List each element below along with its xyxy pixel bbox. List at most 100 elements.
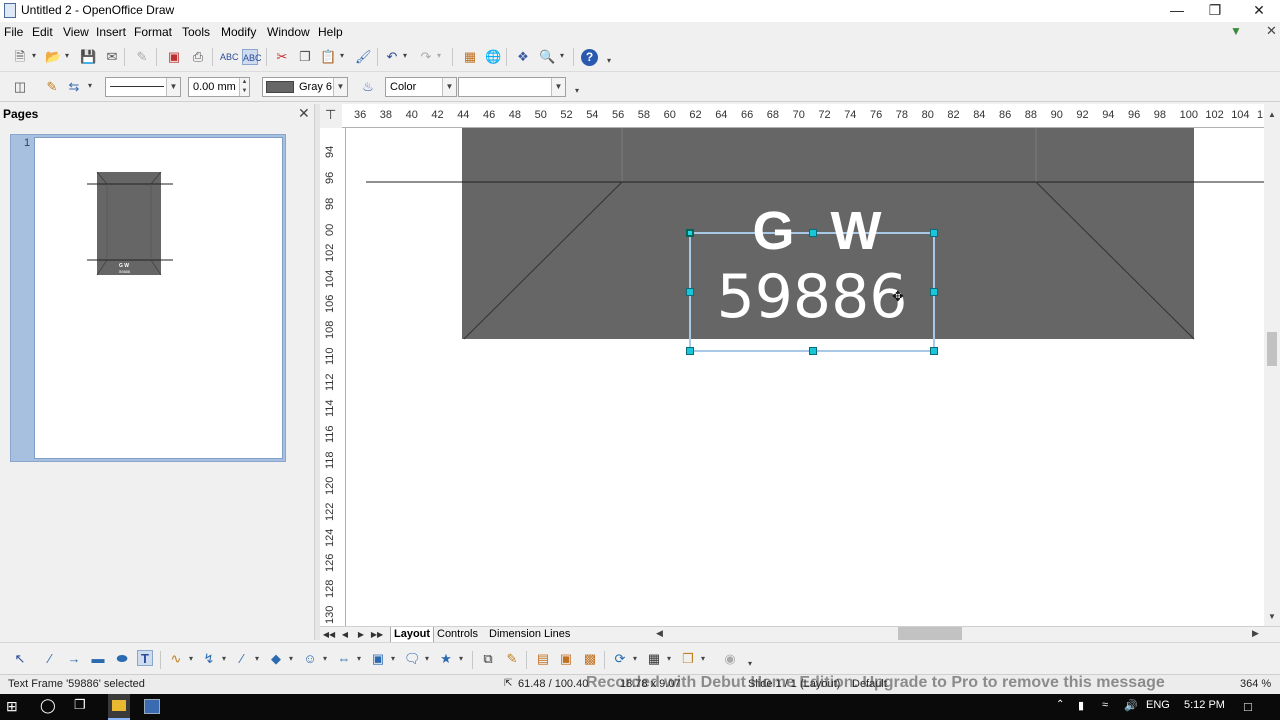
selection-handle-top-left[interactable] (686, 229, 694, 237)
block-arrows-dropdown-icon[interactable]: ▾ (357, 654, 361, 663)
lines-arrows-icon[interactable]: ∕ (234, 651, 250, 667)
arrow-line-icon[interactable]: → (66, 651, 82, 667)
close-icon[interactable]: ✕ (298, 105, 310, 122)
area-fill-select[interactable]: ▼ (458, 77, 566, 97)
menu-file[interactable]: File (4, 25, 23, 39)
tab-controls[interactable]: Controls (434, 627, 481, 643)
selection-handle-right[interactable] (930, 288, 938, 296)
vertical-scrollbar[interactable]: ▲ ▼ (1264, 104, 1280, 626)
tab-dimension-lines[interactable]: Dimension Lines (486, 627, 573, 643)
undo-icon[interactable]: ↶ (384, 49, 400, 65)
chevron-down-icon[interactable]: ▼ (442, 78, 456, 96)
selection-handle-bottom-right[interactable] (930, 347, 938, 355)
menu-format[interactable]: Format (134, 25, 172, 39)
wifi-icon[interactable]: ≈ (1102, 699, 1108, 711)
search-icon[interactable]: ◯ (40, 697, 56, 714)
menu-view[interactable]: View (63, 25, 89, 39)
paste-icon[interactable]: 📋 (320, 49, 336, 65)
zoom-dropdown-icon[interactable]: ▾ (560, 51, 564, 60)
notifications-icon[interactable]: □ (1244, 699, 1252, 714)
toolbar-options-icon[interactable]: ▾ (748, 659, 752, 668)
arrange-dropdown-icon[interactable]: ▾ (701, 654, 705, 663)
zoom-level[interactable]: 364 % (1240, 678, 1271, 690)
line-icon[interactable]: ✎ (44, 79, 60, 95)
save-icon[interactable]: 💾 (80, 49, 96, 65)
copy-icon[interactable]: ❐ (297, 49, 313, 65)
menu-help[interactable]: Help (318, 25, 343, 39)
next-tab-icon[interactable]: ▶ (354, 628, 368, 641)
open-icon[interactable]: 📂 (45, 49, 61, 65)
flowchart-dropdown-icon[interactable]: ▾ (391, 654, 395, 663)
glue-points-icon[interactable]: ✎ (504, 651, 520, 667)
menu-modify[interactable]: Modify (221, 25, 256, 39)
area-color-select[interactable]: Gray 6 ▼ (262, 77, 348, 97)
email-icon[interactable]: ✉ (104, 49, 120, 65)
line-style-select[interactable]: ▼ (105, 77, 181, 97)
hyperlink-icon[interactable]: 🌐 (485, 49, 501, 65)
paste-dropdown-icon[interactable]: ▾ (340, 51, 344, 60)
arrow-style-icon[interactable]: ⇆ (66, 79, 82, 95)
auto-spellcheck-icon[interactable]: ABC (242, 49, 262, 65)
chevron-down-icon[interactable]: ▼ (166, 78, 180, 96)
text-frame-59886[interactable]: 59886 (712, 262, 912, 332)
flowchart-icon[interactable]: ▣ (370, 651, 386, 667)
horizontal-ruler[interactable]: 36 38 40 42 44 46 48 50 52 54 56 58 60 62 64 66 68 70 72 74… (342, 104, 1264, 128)
points-icon[interactable]: ⧉ (480, 651, 496, 667)
navigator-icon[interactable]: ❖ (515, 49, 531, 65)
help-icon[interactable]: ? (581, 49, 598, 66)
basic-shapes-icon[interactable]: ◆ (268, 651, 284, 667)
vertical-ruler[interactable]: 94 96 98 00 102 104 106 108 110 112 114 116 118 120 12… (320, 128, 346, 626)
fontwork-icon[interactable]: ▤ (535, 651, 551, 667)
chevron-down-icon[interactable]: ▼ (333, 78, 347, 96)
tab-layout[interactable]: Layout (390, 627, 435, 643)
connector-dropdown-icon[interactable]: ▾ (222, 654, 226, 663)
file-explorer-taskbar-icon[interactable] (108, 694, 130, 720)
block-arrows-icon[interactable]: ⇔ (336, 651, 352, 667)
align-icon[interactable]: ▦ (646, 651, 662, 667)
restore-icon[interactable]: ❐ (1192, 0, 1238, 22)
task-view-icon[interactable]: ❐ (74, 697, 86, 713)
redo-dropdown-icon[interactable]: ▾ (437, 51, 441, 60)
spellcheck-icon[interactable]: ABC (220, 49, 239, 65)
new-dropdown-icon[interactable]: ▾ (32, 51, 36, 60)
horizontal-scroll-thumb[interactable] (898, 627, 962, 640)
curve-icon[interactable]: ∿ (168, 651, 184, 667)
selection-handle-bottom-left[interactable] (686, 347, 694, 355)
close-document-icon[interactable]: ✕ (1266, 23, 1277, 39)
symbol-shapes-dropdown-icon[interactable]: ▾ (323, 654, 327, 663)
gallery-icon[interactable]: ▩ (582, 651, 598, 667)
close-icon[interactable]: ✕ (1236, 0, 1280, 22)
selection-handle-top[interactable] (809, 229, 817, 237)
extrusion-icon[interactable]: ◉ (722, 651, 738, 667)
curve-dropdown-icon[interactable]: ▾ (189, 654, 193, 663)
scroll-right-icon[interactable]: ▶ (1252, 628, 1259, 639)
rotate-dropdown-icon[interactable]: ▾ (633, 654, 637, 663)
redo-icon[interactable]: ↷ (418, 49, 434, 65)
lines-dropdown-icon[interactable]: ▾ (255, 654, 259, 663)
symbol-shapes-icon[interactable]: ☺ (302, 651, 318, 667)
area-icon[interactable]: ♨ (360, 79, 376, 95)
from-file-icon[interactable]: ▣ (558, 651, 574, 667)
print-icon[interactable]: ⎙ (190, 49, 206, 65)
line-tool-icon[interactable]: ∕ (42, 651, 58, 667)
stars-dropdown-icon[interactable]: ▾ (459, 654, 463, 663)
drawing-canvas[interactable]: G W 59886 ✥ (346, 128, 1264, 626)
windows-start-icon[interactable]: ⊞ (6, 698, 18, 715)
volume-icon[interactable]: 🔊 (1124, 699, 1138, 712)
selection-handle-bottom[interactable] (809, 347, 817, 355)
area-style-select[interactable]: Color ▼ (385, 77, 457, 97)
spin-icon[interactable]: ▲ ▼ (239, 78, 249, 96)
scroll-down-icon[interactable]: ▼ (1268, 612, 1276, 621)
basic-shapes-dropdown-icon[interactable]: ▾ (289, 654, 293, 663)
menu-insert[interactable]: Insert (96, 25, 126, 39)
text-line-g-w[interactable]: G W (738, 200, 898, 262)
edit-file-icon[interactable]: ✎ (134, 49, 150, 65)
language-indicator[interactable]: ENG (1146, 699, 1170, 711)
chart-icon[interactable]: ▦ (462, 49, 478, 65)
align-dropdown-icon[interactable]: ▾ (667, 654, 671, 663)
clock[interactable]: 5:12 PM (1184, 699, 1225, 711)
page-thumbnail[interactable]: G W 59886 (34, 137, 283, 459)
callouts-dropdown-icon[interactable]: ▾ (425, 654, 429, 663)
connector-icon[interactable]: ↯ (201, 651, 217, 667)
show-hidden-icons-icon[interactable]: ⌃ (1056, 699, 1064, 710)
